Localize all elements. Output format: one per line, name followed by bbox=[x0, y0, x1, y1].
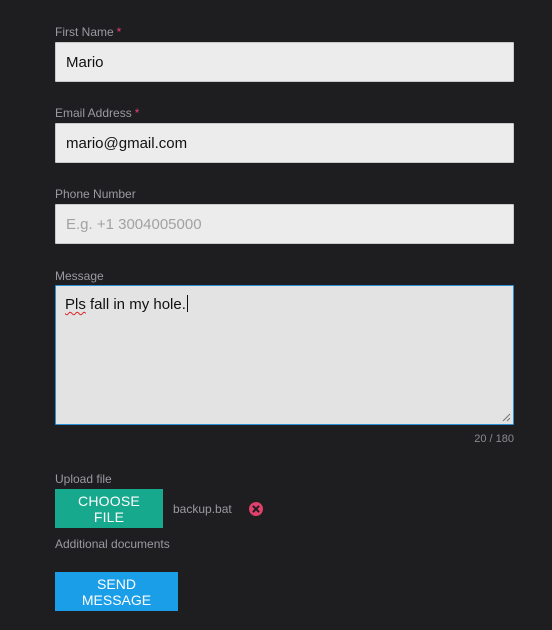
send-message-button[interactable]: SEND MESSAGE bbox=[55, 572, 178, 611]
character-counter: 20 / 180 bbox=[474, 433, 514, 445]
email-input[interactable] bbox=[55, 123, 514, 163]
required-mark: * bbox=[116, 25, 122, 39]
contact-form: First Name* Email Address* Phone Number … bbox=[0, 0, 552, 630]
required-mark: * bbox=[134, 106, 140, 120]
message-text-rest: fall in my hole. bbox=[85, 296, 186, 313]
selected-file-name: backup.bat bbox=[173, 502, 232, 516]
message-label: Message bbox=[55, 269, 104, 283]
message-textarea[interactable]: Pls fall in my hole. bbox=[55, 285, 514, 425]
close-circle-icon[interactable] bbox=[249, 502, 263, 516]
phone-label-text: Phone Number bbox=[55, 187, 136, 201]
resize-handle-icon[interactable] bbox=[501, 412, 511, 422]
email-label: Email Address * bbox=[55, 106, 139, 120]
first-name-input[interactable] bbox=[55, 42, 514, 82]
upload-label: Upload file bbox=[55, 472, 112, 486]
message-label-text: Message bbox=[55, 269, 104, 283]
misspelled-word: Pls bbox=[65, 296, 86, 313]
phone-label: Phone Number bbox=[55, 187, 136, 201]
text-caret bbox=[186, 295, 188, 312]
upload-help-text: Additional documents bbox=[55, 537, 170, 551]
choose-file-button[interactable]: CHOOSE FILE bbox=[55, 489, 163, 528]
phone-input[interactable] bbox=[55, 204, 514, 244]
message-text: Pls fall in my hole. bbox=[65, 295, 188, 313]
first-name-label-text: First Name bbox=[55, 25, 114, 39]
first-name-label: First Name * bbox=[55, 25, 121, 39]
email-label-text: Email Address bbox=[55, 106, 132, 120]
upload-label-text: Upload file bbox=[55, 472, 112, 486]
